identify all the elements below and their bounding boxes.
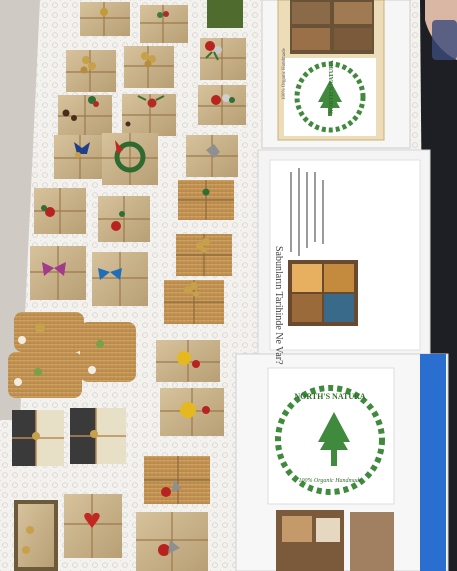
soap-bar-burlap xyxy=(178,180,234,220)
soap-bar xyxy=(58,95,112,135)
soap-bar xyxy=(200,38,246,80)
soap-bar-burlap xyxy=(144,456,210,504)
soap-bar xyxy=(66,50,116,92)
soap-bar xyxy=(198,85,246,125)
soap-bar-charcoal xyxy=(70,408,126,464)
top-brochure-brand: NORTH'S NATURA xyxy=(329,57,335,117)
photo-scene: NORTH'S NATURA 100% Organic Handmade Sab… xyxy=(0,0,457,571)
soap-bar xyxy=(64,494,122,558)
soap-bar-green xyxy=(207,0,243,28)
soap-bar xyxy=(102,133,158,185)
top-brochure-tagline: 100% Organic Handmade xyxy=(282,48,287,100)
soap-bar-charcoal xyxy=(12,410,64,466)
soap-log-burlap xyxy=(80,322,136,382)
soap-bar xyxy=(92,252,148,306)
soap-bar xyxy=(98,196,150,242)
soap-bar xyxy=(124,46,174,88)
bottom-brochure-tagline: 100% Organic Handmade xyxy=(298,478,362,484)
phone-edge xyxy=(432,20,457,60)
middle-brochure-title: Sabunların Tarihinde Ne Var? xyxy=(273,246,284,365)
soap-bar xyxy=(140,5,188,43)
soap-bar xyxy=(30,246,86,300)
top-brand-line2: NATURA xyxy=(329,60,335,86)
soap-log-burlap xyxy=(8,352,82,398)
soap-bar xyxy=(34,188,86,234)
bottom-brochure-brand: NORTH'S NATURA xyxy=(294,392,366,401)
soap-bar xyxy=(14,500,58,571)
soap-bar xyxy=(80,2,130,36)
top-brand-line1: NORTH'S xyxy=(329,86,335,114)
soap-bar xyxy=(186,135,238,177)
soap-bar xyxy=(160,388,224,436)
soap-bar xyxy=(54,135,106,179)
soap-bar-burlap xyxy=(164,280,224,324)
brochure-bottom-folder xyxy=(235,353,449,571)
soap-bar xyxy=(136,512,208,571)
soap-log-burlap xyxy=(14,312,84,352)
soap-bar xyxy=(156,340,220,382)
soap-bar xyxy=(122,94,176,136)
soap-bar-burlap xyxy=(176,234,232,276)
